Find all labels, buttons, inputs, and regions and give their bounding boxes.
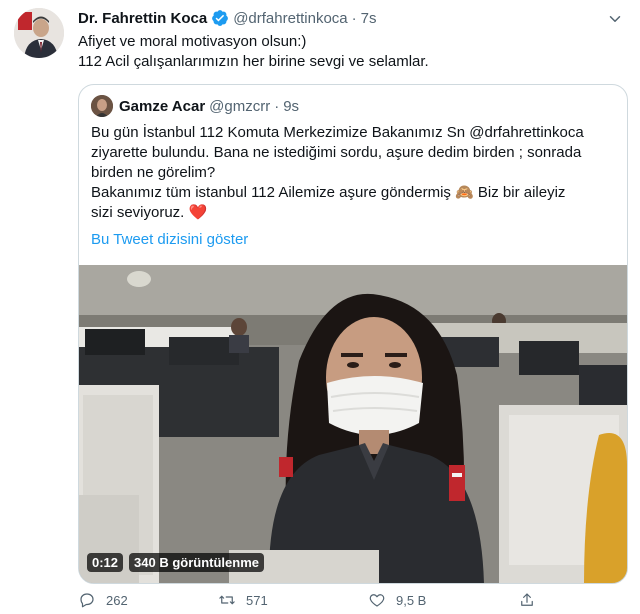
like-button[interactable]: 9,5 B	[368, 588, 426, 612]
quoted-author-avatar	[91, 95, 113, 117]
show-thread-link[interactable]: Bu Tweet dizisini göster	[91, 231, 248, 248]
retweet-button[interactable]: 571	[218, 588, 268, 612]
quoted-text-line: Bakanımız tüm istanbul 112 Ailemize aşur…	[91, 184, 566, 201]
video-views-badge: 340 B görüntülenme	[129, 553, 264, 572]
quoted-text-line: ziyarette bulundu. Bana ne istediğimi so…	[91, 144, 582, 161]
like-count: 9,5 B	[396, 592, 427, 608]
tweet-text-line: 112 Acil çalışanlarımızın her birine sev…	[78, 53, 429, 70]
verified-badge-icon	[211, 9, 229, 27]
reply-button[interactable]: 262	[78, 588, 128, 612]
author-handle[interactable]: @drfahrettinkoca	[233, 10, 347, 27]
tweet-actions: 262 571 9,5 B	[78, 588, 628, 612]
tweet-text-line: Afiyet ve moral motivasyon olsun:)	[78, 33, 307, 50]
reply-count: 262	[106, 592, 128, 608]
share-icon	[521, 593, 533, 606]
tweet-time[interactable]: 7s	[361, 10, 377, 27]
like-icon	[369, 594, 385, 607]
tweet-text: Afiyet ve moral motivasyon olsun:) 112 A…	[78, 32, 626, 72]
quoted-tweet-text: Bu gün İstanbul 112 Komuta Merkezimize B…	[91, 123, 619, 223]
video-badges: 0:12 340 B görüntülenme	[87, 553, 264, 572]
quoted-author-handle: @gmzcrr	[209, 97, 271, 115]
more-options-chevron-icon[interactable]	[604, 8, 626, 30]
quoted-tweet-header: Gamze Acar @gmzcrr · 9s	[91, 95, 299, 117]
author-avatar[interactable]	[14, 8, 64, 58]
retweet-count: 571	[246, 592, 268, 608]
author-name[interactable]: Dr. Fahrettin Koca	[78, 10, 207, 27]
tweet[interactable]: Dr. Fahrettin Koca @drfahrettinkoca · 7s…	[0, 0, 640, 614]
quoted-tweet[interactable]: Gamze Acar @gmzcrr · 9s Bu gün İstanbul …	[78, 84, 628, 584]
video-duration-badge: 0:12	[87, 553, 124, 572]
share-button[interactable]	[518, 588, 546, 612]
retweet-icon	[219, 595, 235, 605]
tweet-header: Dr. Fahrettin Koca @drfahrettinkoca · 7s	[78, 8, 377, 28]
quoted-author-name: Gamze Acar	[119, 97, 206, 115]
separator-dot: ·	[351, 9, 357, 27]
reply-icon	[80, 593, 94, 608]
separator-dot: ·	[274, 97, 280, 115]
video-player[interactable]: 0:12 340 B görüntülenme	[79, 265, 627, 583]
quoted-text-line: birden ne görelim?	[91, 164, 216, 181]
quoted-tweet-time: 9s	[283, 97, 300, 115]
quoted-text-line: Bu gün İstanbul 112 Komuta Merkezimize B…	[91, 124, 584, 141]
video-frame-image	[79, 265, 627, 583]
quoted-text-line: sizi seviyoruz. ❤️	[91, 204, 208, 221]
